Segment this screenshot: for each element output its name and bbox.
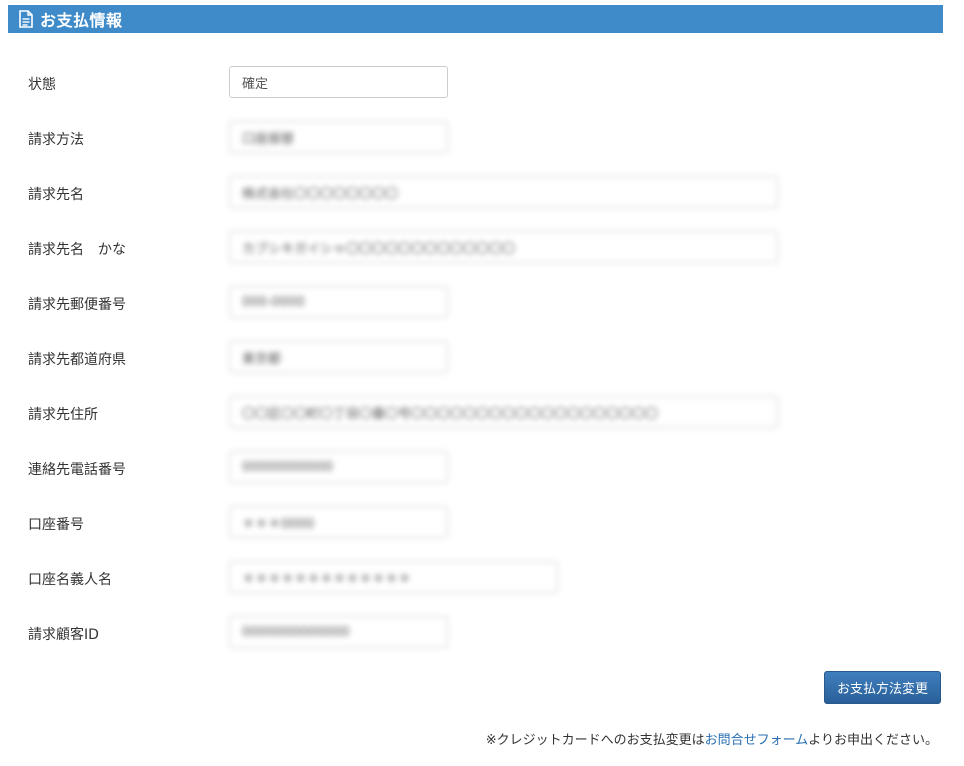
address-label: 請求先住所	[28, 407, 98, 423]
document-icon	[18, 10, 34, 28]
billing-name-field[interactable]	[229, 176, 778, 208]
account-holder-label: 口座名義人名	[28, 572, 112, 588]
account-holder-field[interactable]	[229, 561, 558, 593]
billing-method-field[interactable]	[229, 121, 448, 153]
form-row-billing-name-kana: 請求先名 かな	[0, 231, 964, 265]
form-row-customer-id: 請求顧客ID	[0, 616, 964, 650]
form-row-billing-method: 請求方法	[0, 121, 964, 155]
form-row-phone: 連絡先電話番号	[0, 451, 964, 485]
payment-change-note: ※クレジットカードへのお支払変更はお問合せフォームよりお申出ください。	[486, 729, 938, 748]
billing-name-kana-label: 請求先名 かな	[28, 242, 126, 258]
section-header: お支払情報	[8, 5, 943, 33]
billing-name-kana-field[interactable]	[229, 231, 778, 263]
status-label: 状態	[28, 77, 56, 93]
form-row-prefecture: 請求先都道府県	[0, 341, 964, 375]
form-row-account-number: 口座番号	[0, 506, 964, 540]
customer-id-field[interactable]	[229, 616, 448, 648]
billing-name-label: 請求先名	[28, 187, 84, 203]
contact-form-link[interactable]: お問合せフォーム	[705, 733, 809, 748]
form-row-account-holder: 口座名義人名	[0, 561, 964, 595]
prefecture-label: 請求先都道府県	[28, 352, 126, 368]
form-row-address: 請求先住所	[0, 396, 964, 430]
form-row-billing-name: 請求先名	[0, 176, 964, 210]
note-suffix: よりお申出ください。	[808, 733, 938, 748]
account-number-field[interactable]	[229, 506, 448, 538]
form-row-status: 状態	[0, 66, 964, 100]
phone-label: 連絡先電話番号	[28, 462, 126, 478]
section-title: お支払情報	[40, 11, 123, 30]
postal-code-label: 請求先郵便番号	[28, 297, 126, 313]
change-payment-method-button[interactable]: お支払方法変更	[824, 671, 941, 704]
billing-method-label: 請求方法	[28, 132, 84, 148]
prefecture-field[interactable]	[229, 341, 448, 373]
phone-field[interactable]	[229, 451, 448, 483]
customer-id-label: 請求顧客ID	[28, 627, 99, 643]
address-field[interactable]	[229, 396, 778, 428]
status-field[interactable]	[229, 66, 448, 98]
postal-code-field[interactable]	[229, 286, 448, 318]
note-prefix: ※クレジットカードへのお支払変更は	[485, 733, 705, 748]
form-row-postal-code: 請求先郵便番号	[0, 286, 964, 320]
account-number-label: 口座番号	[28, 517, 84, 533]
